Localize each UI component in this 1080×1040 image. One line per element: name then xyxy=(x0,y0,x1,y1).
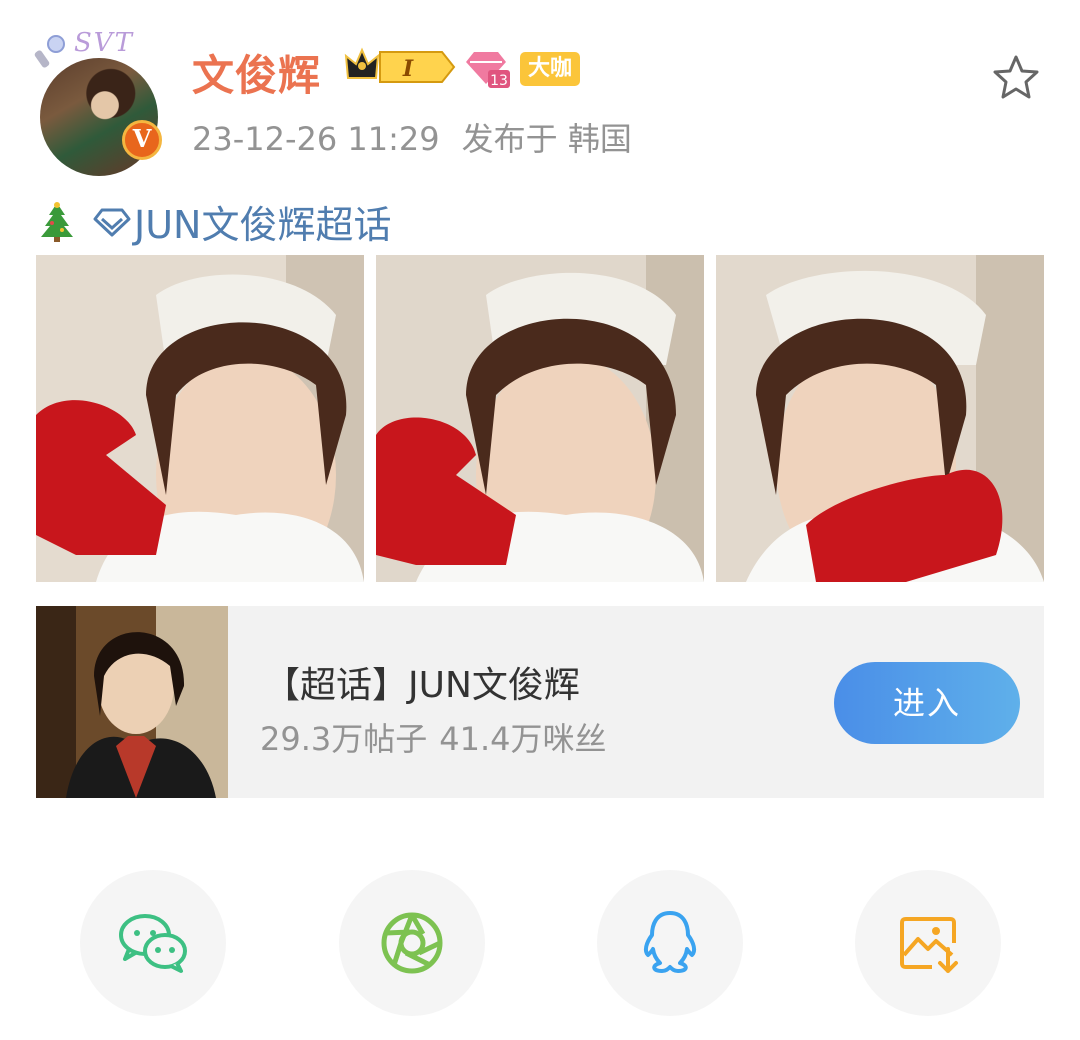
share-moments-button[interactable] xyxy=(339,870,485,1016)
fan-diamond-badge[interactable]: 13 xyxy=(466,48,512,90)
author-name[interactable]: 文俊辉 xyxy=(192,42,321,103)
wechat-moments-icon xyxy=(381,912,443,974)
author-avatar[interactable]: SVT V xyxy=(34,28,166,176)
super-topic-card[interactable]: 【超话】JUN文俊辉 29.3万帖子 41.4万咪丝 进入 xyxy=(36,606,1044,798)
christmas-tree-icon xyxy=(41,201,73,242)
share-wechat-button[interactable] xyxy=(80,870,226,1016)
super-topic-diamond-icon xyxy=(93,208,131,236)
super-topic-thumbnail xyxy=(36,606,228,798)
enter-button[interactable]: 进入 xyxy=(834,662,1020,744)
save-image-icon xyxy=(900,917,958,973)
post-photo-1[interactable] xyxy=(36,255,364,582)
microphone-icon xyxy=(34,35,65,68)
post-location: 发布于 韩国 xyxy=(461,120,632,158)
super-topic-link-text: JUN文俊辉超话 xyxy=(134,203,392,247)
post-date: 23-12-26 11:29 xyxy=(192,120,440,158)
post-photo-2[interactable] xyxy=(376,255,704,582)
save-image-button[interactable] xyxy=(855,870,1001,1016)
share-qq-button[interactable] xyxy=(597,870,743,1016)
dk-badge: 大咖 xyxy=(520,52,581,86)
topic-line: JUN文俊辉超话 xyxy=(38,194,391,249)
super-topic-title: 【超话】JUN文俊辉 xyxy=(264,665,580,706)
wechat-icon xyxy=(119,914,187,973)
post-photo-3[interactable] xyxy=(716,255,1044,582)
member-level-text: I xyxy=(402,56,414,82)
avatar-deco-text: SVT xyxy=(74,28,134,58)
super-topic-posts-count: 29.3万帖子 xyxy=(260,720,428,758)
member-crown-badge[interactable]: I xyxy=(342,44,456,90)
post-meta: 23-12-26 11:29 发布于 韩国 xyxy=(192,114,632,160)
fan-level-text: 13 xyxy=(490,73,508,89)
favorite-star-icon[interactable] xyxy=(990,52,1042,104)
verified-v-icon: V xyxy=(122,120,162,160)
qq-icon xyxy=(643,911,697,973)
super-topic-link[interactable]: JUN文俊辉超话 xyxy=(92,194,391,249)
super-topic-stats: 29.3万帖子 41.4万咪丝 xyxy=(260,714,607,760)
super-topic-fans-count: 41.4万咪丝 xyxy=(439,720,607,758)
